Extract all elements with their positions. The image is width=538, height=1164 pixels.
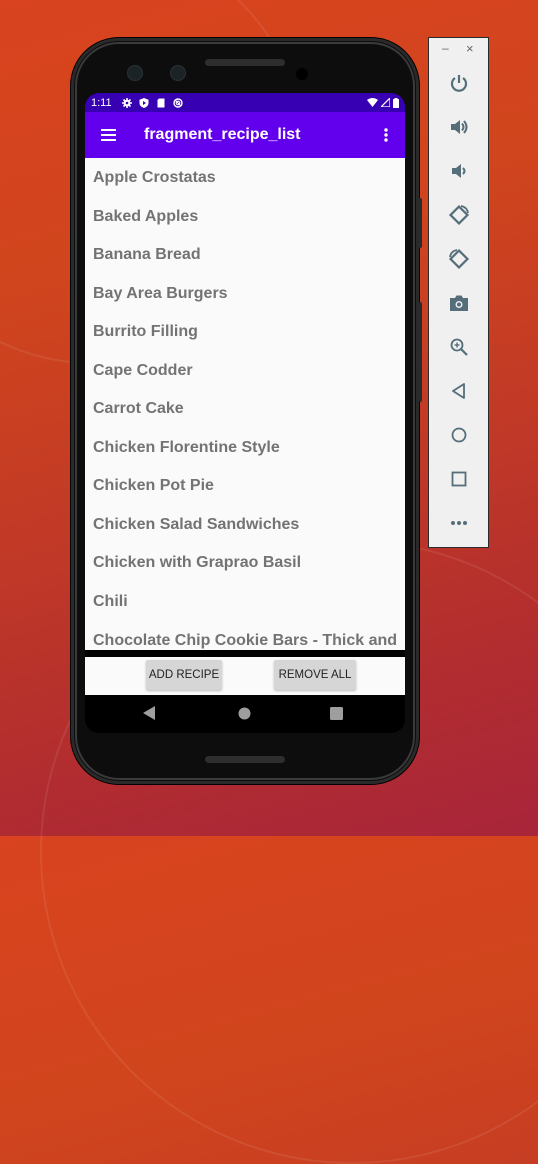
- recipe-list-item[interactable]: Chicken with Graprao Basil: [85, 544, 405, 583]
- phone-power-button: [418, 198, 422, 248]
- power-icon[interactable]: [444, 68, 474, 98]
- earpiece-speaker: [205, 59, 285, 66]
- emulator-toolbar: – ×: [428, 37, 489, 548]
- more-options-icon[interactable]: [444, 508, 474, 538]
- add-recipe-button[interactable]: ADD RECIPE: [146, 660, 222, 690]
- recipe-list-item[interactable]: Chocolate Chip Cookie Bars - Thick and C…: [85, 621, 405, 650]
- front-camera-left: [127, 65, 143, 81]
- recipe-list-item[interactable]: Chili: [85, 583, 405, 622]
- minimize-button[interactable]: –: [442, 41, 449, 55]
- back-icon[interactable]: [444, 376, 474, 406]
- shield-play-icon: [139, 97, 149, 108]
- recipe-list[interactable]: Apple Crostatas Baked Apples Banana Brea…: [85, 158, 405, 650]
- recipe-list-item[interactable]: Burrito Filling: [85, 313, 405, 352]
- navigation-bar: [85, 695, 405, 733]
- data-saver-icon: [172, 97, 183, 108]
- screenshot-camera-icon[interactable]: [444, 288, 474, 318]
- home-icon[interactable]: [444, 420, 474, 450]
- recipe-list-item[interactable]: Carrot Cake: [85, 390, 405, 429]
- proximity-sensor: [296, 68, 308, 80]
- zoom-icon[interactable]: [444, 332, 474, 362]
- back-triangle-icon[interactable]: [143, 706, 156, 720]
- more-vert-icon[interactable]: [367, 128, 405, 142]
- recipe-list-item[interactable]: Chicken Florentine Style: [85, 429, 405, 468]
- close-button[interactable]: ×: [466, 41, 474, 56]
- app-bar-title: fragment_recipe_list: [144, 126, 301, 143]
- overview-icon[interactable]: [444, 464, 474, 494]
- action-button-bar: ADD RECIPE REMOVE ALL: [85, 657, 405, 695]
- hamburger-menu-icon[interactable]: [85, 129, 131, 141]
- volume-up-icon[interactable]: [444, 112, 474, 142]
- recipe-list-item[interactable]: Apple Crostatas: [85, 159, 405, 198]
- recents-square-icon[interactable]: [330, 707, 343, 720]
- wifi-icon: [367, 98, 378, 107]
- recipe-list-item[interactable]: Baked Apples: [85, 198, 405, 237]
- settings-icon: [121, 97, 132, 108]
- status-time: 1:11: [91, 96, 112, 109]
- cell-signal-icon: [381, 98, 390, 107]
- phone-screen: 1:11 fragment_recipe_list Apple Crostata…: [85, 93, 405, 733]
- sd-card-icon: [156, 98, 166, 108]
- remove-all-button[interactable]: REMOVE ALL: [274, 660, 356, 690]
- status-bar: 1:11: [85, 93, 405, 112]
- front-camera-right: [170, 65, 186, 81]
- bottom-speaker: [205, 756, 285, 763]
- recipe-list-item[interactable]: Cape Codder: [85, 352, 405, 391]
- home-circle-icon[interactable]: [238, 707, 251, 720]
- recipe-list-item[interactable]: Chicken Pot Pie: [85, 467, 405, 506]
- volume-down-icon[interactable]: [444, 156, 474, 186]
- recipe-list-item[interactable]: Banana Bread: [85, 236, 405, 275]
- rotate-right-icon[interactable]: [444, 244, 474, 274]
- recipe-list-item[interactable]: Bay Area Burgers: [85, 275, 405, 314]
- battery-icon: [393, 97, 399, 108]
- rotate-left-icon[interactable]: [444, 200, 474, 230]
- phone-volume-button: [418, 302, 422, 402]
- app-bar: fragment_recipe_list: [85, 112, 405, 158]
- recipe-list-item[interactable]: Chicken Salad Sandwiches: [85, 506, 405, 545]
